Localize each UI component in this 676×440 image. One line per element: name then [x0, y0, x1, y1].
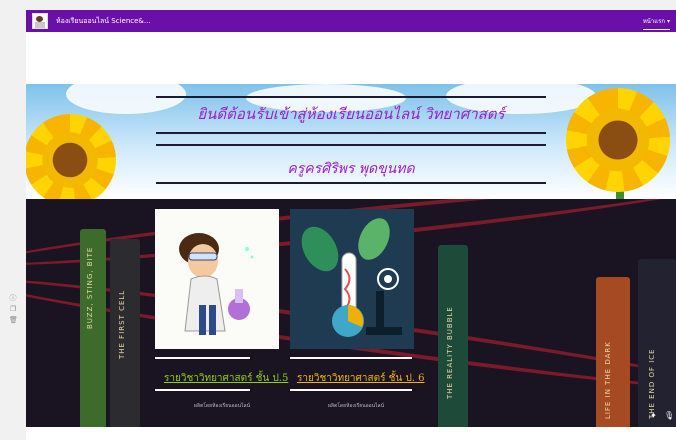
sunflower-left [26, 114, 116, 199]
book-title: THE END OF ICE [648, 348, 656, 419]
course-card-image-p6[interactable] [290, 209, 414, 349]
course-section: BUZZ, STING, BITE THE FIRST CELL THE REA… [26, 199, 676, 427]
page-content: ยินดีต้อนรับเข้าสู่ห้องเรียนออนไลน์ วิทย… [26, 32, 676, 440]
book-title: LIFE IN THE DARK [604, 341, 612, 419]
scientist-illustration [179, 233, 254, 335]
course-link-p5[interactable]: รายวิชาวิทยาศาสตร์ ชั้น ป.5 [164, 371, 288, 386]
banner-welcome-text: ยินดีต้อนรับเข้าสู่ห้องเรียนออนไลน์ วิทย… [197, 105, 505, 123]
book-title: BUZZ, STING, BITE [86, 246, 94, 329]
chevron-down-icon: ▾ [666, 17, 670, 25]
left-rail: ⓘ ❐ 🗑 [0, 10, 26, 440]
sunflower-right [566, 88, 670, 192]
nav-home[interactable]: หน้าแรก ▾ [642, 10, 671, 32]
banner-teacher-name: ครูครศิริพร พุดขุนทด [287, 161, 415, 177]
copy-icon[interactable]: ❐ [9, 306, 17, 313]
course-subtitle-p5: ผลิตโดยห้องเรียนออนไลน์ [194, 403, 251, 409]
book-title: THE FIRST CELL [118, 289, 126, 359]
microphone-icon[interactable]: 🎙 [664, 411, 674, 420]
book-title: THE REALITY BUBBLE [446, 306, 454, 399]
info-icon[interactable]: ⓘ [9, 295, 17, 302]
footer-strip [26, 427, 676, 440]
trash-icon[interactable]: 🗑 [9, 317, 18, 324]
course-subtitle-p6: ผลิตโดยห้องเรียนออนไลน์ [328, 403, 385, 409]
course-card-image-p5[interactable] [155, 209, 279, 349]
nav-home-label: หน้าแรก [642, 18, 665, 25]
sparkle-icon[interactable]: ✦ [650, 411, 657, 420]
welcome-banner: ยินดีต้อนรับเข้าสู่ห้องเรียนออนไลน์ วิทย… [26, 84, 676, 199]
science-lab-illustration [301, 218, 402, 337]
site-title[interactable]: ห้องเรียนออนไลน์ Science&... [56, 16, 151, 27]
site-logo[interactable] [32, 13, 48, 29]
course-link-p6[interactable]: รายวิชาวิทยาศาสตร์ ชั้น ป. 6 [297, 371, 425, 386]
site-header: ห้องเรียนออนไลน์ Science&... หน้าแรก ▾ [26, 10, 676, 32]
